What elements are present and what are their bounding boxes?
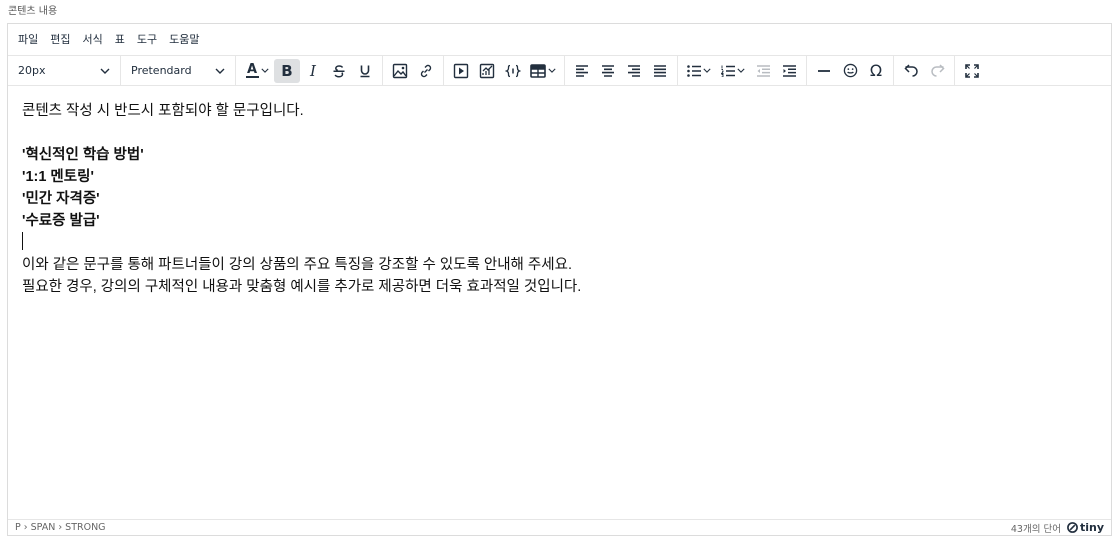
- code-sample-button[interactable]: [500, 59, 526, 83]
- guide-paragraph-2: 필요한 경우, 강의의 구체적인 내용과 맞춤형 예시를 추가로 제공하면 더욱…: [22, 279, 582, 295]
- horizontal-rule-button[interactable]: [811, 59, 837, 83]
- field-label: 콘텐츠 내용: [8, 6, 58, 17]
- italic-button[interactable]: I: [300, 59, 326, 83]
- fullscreen-icon: [965, 63, 979, 78]
- text-caret: [22, 232, 23, 250]
- indent-button[interactable]: [776, 59, 802, 83]
- indent-icon: [783, 64, 796, 77]
- table-icon: [530, 63, 546, 78]
- element-path[interactable]: P › SPAN › STRONG: [15, 522, 106, 533]
- align-justify-button[interactable]: [647, 59, 673, 83]
- view-group: [955, 56, 989, 85]
- redo-button[interactable]: [924, 59, 950, 83]
- chevron-down-icon: [703, 68, 711, 73]
- numbered-list-button[interactable]: [716, 59, 750, 83]
- bullet-list-icon: [687, 64, 701, 77]
- menu-tools[interactable]: 도구: [131, 28, 163, 52]
- rich-text-editor: 파일 편집 서식 표 도구 도움말 20px Pretendard A B I …: [7, 23, 1112, 536]
- play-media-icon: [453, 63, 469, 78]
- font-family-group: Pretendard: [121, 56, 236, 85]
- image-icon: [392, 63, 408, 78]
- intro-paragraph: 콘텐츠 작성 시 반드시 포함되야 할 문구입니다.: [22, 103, 304, 119]
- code-braces-icon: [505, 64, 521, 77]
- omega-icon: Ω: [869, 61, 883, 80]
- italic-icon: I: [310, 61, 316, 80]
- text-color-button[interactable]: A: [240, 59, 274, 83]
- caret-line: [22, 232, 1097, 254]
- phrase-item: '수료증 발급': [22, 213, 100, 229]
- font-size-group: 20px: [8, 56, 121, 85]
- align-left-icon: [576, 64, 588, 77]
- menu-format[interactable]: 서식: [77, 28, 109, 52]
- align-justify-icon: [654, 64, 666, 77]
- font-size-select[interactable]: 20px: [12, 59, 116, 83]
- menu-help[interactable]: 도움말: [163, 28, 205, 52]
- chevron-down-icon: [548, 68, 556, 73]
- underline-icon: [360, 65, 370, 77]
- undo-button[interactable]: [898, 59, 924, 83]
- list-group: [678, 56, 807, 85]
- font-size-value: 20px: [18, 64, 46, 77]
- media-button[interactable]: [448, 59, 474, 83]
- strikethrough-icon: [333, 64, 345, 77]
- tiny-brand-link[interactable]: tiny: [1067, 521, 1104, 534]
- align-left-button[interactable]: [569, 59, 595, 83]
- phrase-item: '민간 자격증': [22, 191, 100, 207]
- toolbar: 20px Pretendard A B I Ω: [8, 55, 1111, 86]
- underline-button[interactable]: [352, 59, 378, 83]
- chevron-down-icon: [737, 68, 745, 73]
- bold-button[interactable]: B: [274, 58, 300, 83]
- font-family-value: Pretendard: [131, 64, 192, 77]
- media-group: [444, 56, 565, 85]
- chevron-down-icon: [215, 68, 225, 74]
- special-character-button[interactable]: Ω: [863, 59, 889, 83]
- chevron-down-icon: [100, 68, 110, 74]
- guide-paragraph-1: 이와 같은 문구를 통해 파트너들이 강의 상품의 주요 특징을 강조할 수 있…: [22, 257, 572, 273]
- chart-icon: [479, 63, 495, 78]
- tiny-logo-icon: [1067, 522, 1078, 533]
- smiley-icon: [843, 63, 857, 78]
- status-right: 43개의 단어 tiny: [1011, 521, 1104, 535]
- history-group: [894, 56, 955, 85]
- word-count[interactable]: 43개의 단어: [1011, 521, 1061, 535]
- align-group: [565, 56, 678, 85]
- align-center-icon: [602, 64, 614, 77]
- outdent-button[interactable]: [750, 59, 776, 83]
- menu-edit[interactable]: 편집: [44, 28, 76, 52]
- extra-insert-group: Ω: [807, 56, 894, 85]
- emoticons-button[interactable]: [837, 59, 863, 83]
- table-button[interactable]: [526, 59, 560, 83]
- horizontal-rule-icon: [818, 69, 830, 72]
- redo-icon: [930, 64, 945, 77]
- undo-icon: [903, 64, 918, 77]
- outdent-icon: [757, 64, 770, 77]
- font-family-select[interactable]: Pretendard: [125, 59, 231, 83]
- bold-icon: B: [281, 61, 293, 80]
- phrase-item: '혁신적인 학습 방법': [22, 147, 144, 163]
- menu-file[interactable]: 파일: [12, 28, 44, 52]
- align-right-button[interactable]: [621, 59, 647, 83]
- text-format-group: A B I: [236, 56, 383, 85]
- menubar: 파일 편집 서식 표 도구 도움말: [8, 24, 1111, 55]
- strikethrough-button[interactable]: [326, 59, 352, 83]
- brand-label: tiny: [1079, 521, 1104, 534]
- insert-group: [383, 56, 444, 85]
- align-right-icon: [628, 64, 640, 77]
- editor-content[interactable]: 콘텐츠 작성 시 반드시 포함되야 할 문구입니다. '혁신적인 학습 방법' …: [8, 86, 1111, 520]
- align-center-button[interactable]: [595, 59, 621, 83]
- text-color-icon: A: [245, 61, 259, 78]
- phrase-item: '1:1 멘토링': [22, 169, 94, 185]
- empty-paragraph: [22, 122, 1097, 144]
- link-button[interactable]: [413, 59, 439, 83]
- menu-table[interactable]: 표: [109, 28, 131, 52]
- bullet-list-button[interactable]: [682, 59, 716, 83]
- numbered-list-icon: [721, 65, 735, 77]
- chevron-down-icon: [260, 68, 269, 73]
- link-icon: [420, 64, 432, 77]
- fullscreen-button[interactable]: [959, 59, 985, 83]
- chart-button[interactable]: [474, 59, 500, 83]
- image-button[interactable]: [387, 59, 413, 83]
- statusbar: P › SPAN › STRONG 43개의 단어 tiny: [8, 519, 1111, 535]
